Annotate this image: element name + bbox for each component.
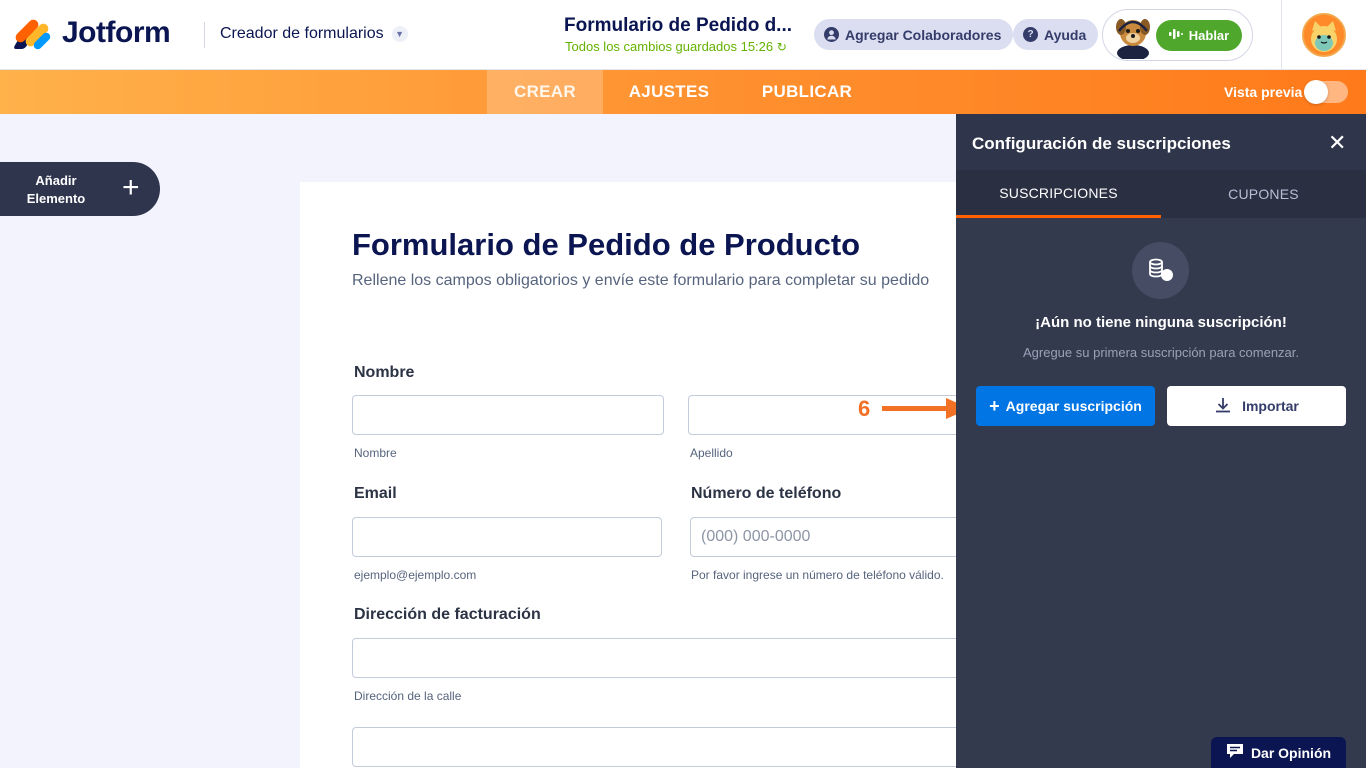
builder-switcher[interactable]: Creador de formularios ▼ — [220, 25, 408, 43]
refresh-icon: ↻ — [776, 40, 787, 54]
talk-button[interactable]: Hablar — [1156, 20, 1242, 51]
builder-label: Creador de formularios — [220, 25, 384, 42]
chevron-down-icon: ▼ — [391, 26, 408, 42]
form-subheading[interactable]: Rellene los campos obligatorios y envíe … — [352, 272, 929, 290]
panel-title: Configuración de suscripciones — [972, 134, 1231, 153]
builder-nav: CREAR AJUSTES PUBLICAR Vista previa — [0, 70, 1366, 114]
user-avatar[interactable] — [1302, 13, 1346, 57]
phone-placeholder: (000) 000-0000 — [701, 528, 811, 545]
phone-input[interactable]: (000) 000-0000 — [690, 517, 1000, 557]
user-icon — [824, 27, 839, 42]
header-divider-right — [1281, 0, 1282, 70]
ai-agent-widget[interactable]: Hablar — [1102, 9, 1253, 61]
billing-address-label: Dirección de facturación — [354, 606, 541, 623]
jotform-logo[interactable]: Jotform — [12, 16, 171, 51]
jotform-logo-icon — [12, 17, 52, 51]
add-collaborators-button[interactable]: Agregar Colaboradores — [814, 19, 1014, 50]
audio-wave-icon — [1168, 28, 1183, 43]
question-icon: ? — [1023, 27, 1038, 42]
last-name-hint: Apellido — [690, 446, 733, 460]
add-element-label-line2: Elemento — [26, 191, 86, 206]
name-label: Nombre — [354, 364, 415, 381]
tab-build[interactable]: CREAR — [487, 70, 603, 114]
tab-publish[interactable]: PUBLICAR — [748, 70, 866, 114]
email-hint: ejemplo@ejemplo.com — [354, 568, 477, 582]
subscriptions-panel: Configuración de suscripciones ✕ SUSCRIP… — [956, 114, 1366, 768]
close-icon[interactable]: ✕ — [1328, 130, 1346, 156]
form-canvas: Formulario de Pedido de Producto Rellene… — [300, 182, 1000, 768]
feedback-button[interactable]: Dar Opinión — [1211, 737, 1346, 768]
add-subscription-button[interactable]: + Agregar suscripción — [976, 386, 1155, 426]
coins-icon — [1132, 242, 1189, 299]
street-address-line2-input[interactable] — [352, 727, 1000, 767]
first-name-input[interactable] — [352, 395, 664, 435]
preview-toggle[interactable] — [1304, 80, 1348, 104]
email-input[interactable] — [352, 517, 662, 557]
plus-icon: + — [989, 396, 1000, 416]
form-title[interactable]: Formulario de Pedido d... — [564, 15, 792, 37]
plus-icon: + — [122, 171, 140, 204]
avatar-icon — [1304, 15, 1344, 55]
form-heading[interactable]: Formulario de Pedido de Producto — [352, 227, 860, 263]
phone-label: Número de teléfono — [691, 485, 842, 502]
street-address-hint: Dirección de la calle — [354, 689, 462, 703]
agent-avatar-icon — [1116, 19, 1150, 59]
step-number: 6 — [858, 396, 871, 421]
tab-coupons[interactable]: CUPONES — [1161, 170, 1366, 218]
top-bar: Jotform Creador de formularios ▼ Formula… — [0, 0, 1366, 70]
header-divider — [204, 22, 205, 48]
empty-state-title: ¡Aún no tiene ninguna suscripción! — [1035, 314, 1287, 331]
help-button[interactable]: ? Ayuda — [1013, 19, 1099, 50]
empty-state-subtitle: Agregue su primera suscripción para come… — [1022, 345, 1300, 360]
panel-tabs: SUSCRIPCIONES CUPONES — [956, 170, 1366, 218]
panel-header: Configuración de suscripciones ✕ — [956, 114, 1366, 170]
save-status: Todos los cambios guardados 15:26 ↻ — [565, 39, 787, 54]
phone-hint: Por favor ingrese un número de teléfono … — [691, 568, 944, 582]
download-icon — [1214, 396, 1232, 417]
add-element-label-line1: Añadir — [35, 173, 77, 188]
toggle-knob — [1304, 80, 1328, 104]
import-button[interactable]: Importar — [1167, 386, 1346, 426]
first-name-hint: Nombre — [354, 446, 397, 460]
tab-settings[interactable]: AJUSTES — [613, 70, 725, 114]
logo-text: Jotform — [62, 16, 171, 49]
feedback-icon — [1226, 743, 1244, 762]
street-address-input[interactable] — [352, 638, 1000, 678]
preview-label: Vista previa — [1224, 84, 1303, 100]
email-label: Email — [354, 485, 397, 502]
tab-subscriptions[interactable]: SUSCRIPCIONES — [956, 170, 1161, 218]
add-element-button[interactable]: Añadir Elemento + — [0, 162, 160, 216]
